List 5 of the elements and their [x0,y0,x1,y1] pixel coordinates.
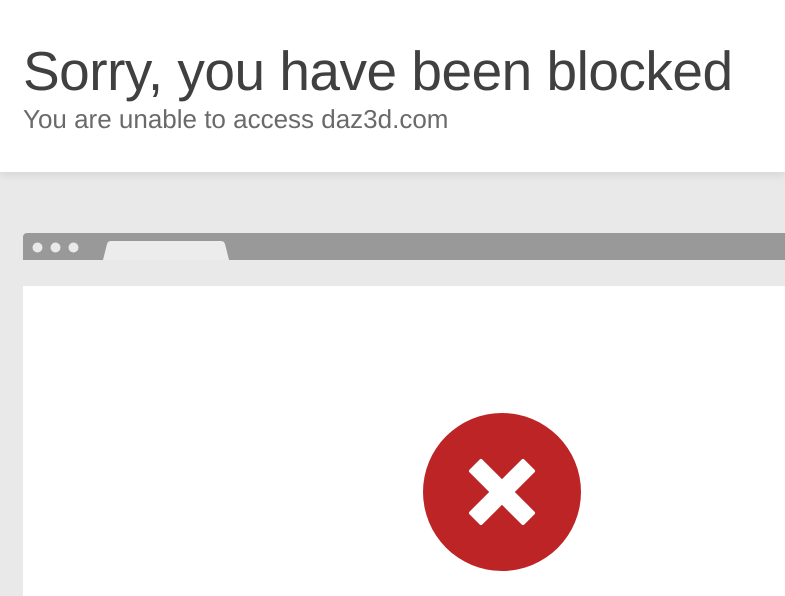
page-title: Sorry, you have been blocked [23,39,734,104]
error-icon [423,413,581,571]
window-dots-icon [32,242,80,253]
page-subtitle: You are unable to access daz3d.com [23,104,450,134]
browser-tab-icon [103,241,229,260]
